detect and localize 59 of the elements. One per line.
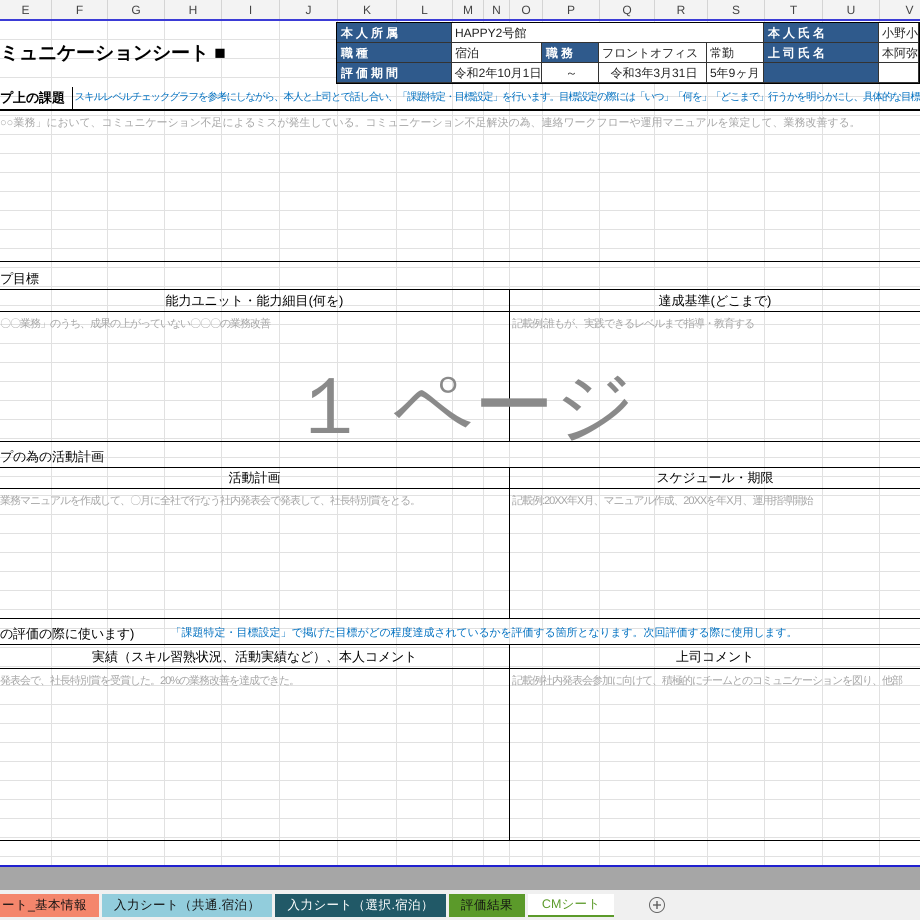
entry-text: 〇〇業務」のうち、成果の上がっていない〇〇〇の業務改善 <box>0 316 272 332</box>
section-title: プ上の課題 <box>0 87 72 109</box>
section-title: の評価の際に使います) <box>0 624 134 643</box>
column-heading: 上司コメント <box>676 648 754 666</box>
column-header[interactable]: S <box>732 0 740 18</box>
label-cell: 上司氏名 <box>764 43 879 63</box>
column-heading: 実績（スキル習熟状況、活動実績など）、本人コメント <box>92 648 417 666</box>
column-header[interactable]: G <box>131 0 141 18</box>
sheet-title: ミュニケーションシート ■ <box>0 42 226 66</box>
entry-text: 記載例:誰もが、実践できるレベルまで指導・教育する <box>512 316 756 332</box>
entry-text: 業務マニュアルを作成して、〇月に全社で行なう社内発表会で発表して、社長特別賞をとる。 <box>0 494 421 509</box>
column-header[interactable]: M <box>463 0 473 18</box>
column-header[interactable]: U <box>846 0 856 18</box>
sheet-tab[interactable]: ート_基本情報 <box>0 894 99 917</box>
value-cell: 令和2年10月1日 <box>452 63 542 83</box>
column-header[interactable]: V <box>905 0 914 18</box>
label-cell: 職種 <box>337 43 452 63</box>
entry-text: ○○業務」において、コミュニケーション不足によるミスが発生している。コミュニケーション不足解決の為、連絡ワークフローや運用マニュアルを策定して、業務改善する。 <box>0 116 862 131</box>
column-heading: 能力ユニット・能力細目(何を) <box>166 292 344 310</box>
value-cell: フロントオフィス <box>599 43 707 63</box>
label-cell: 評価期間 <box>337 63 452 83</box>
column-heading: 活動計画 <box>228 469 280 488</box>
column-header[interactable]: L <box>421 0 428 18</box>
value-cell: 本阿弥 <box>879 43 919 63</box>
label-cell: 本人氏名 <box>764 23 879 43</box>
section-title: プ目標 <box>0 270 39 288</box>
sheet-tab[interactable]: 入力シート（共通.宿泊） <box>102 894 272 917</box>
column-header[interactable]: Q <box>622 0 632 18</box>
value-cell: 令和3年3月31日 <box>599 63 707 83</box>
instruction-text: 「課題特定・目標設定」で掲げた目標がどの程度達成されているかを評価する箇所となります。次回評価する際に使用します。 <box>169 626 798 640</box>
entry-text: 発表会で、社長特別賞を受賞した。20%の業務改善を達成できた。 <box>0 674 300 689</box>
add-sheet-icon[interactable] <box>649 897 666 913</box>
entry-text: 記載例:20XX年X月、マニュアル作成、20XXを年X月、運用指導開始 <box>512 494 814 509</box>
section-title: プの為の活動計画 <box>0 448 104 466</box>
column-header[interactable]: I <box>248 0 252 18</box>
column-header[interactable]: T <box>790 0 798 18</box>
column-header[interactable]: N <box>492 0 501 18</box>
value-cell: 5年9ヶ月 <box>707 63 764 83</box>
column-header[interactable]: O <box>521 0 531 18</box>
column-heading: スケジュール・期限 <box>656 469 774 488</box>
column-header[interactable]: J <box>306 0 312 18</box>
entry-text: 記載例社内発表会参加に向けて、積極的にチームとのコミュニケーションを図り、他部 <box>512 674 904 689</box>
value-cell: 常勤 <box>707 43 764 63</box>
value-cell: 小野小 <box>879 23 919 43</box>
column-header[interactable]: R <box>676 0 686 18</box>
column-header[interactable]: K <box>362 0 371 18</box>
label-cell: 職務 <box>542 43 599 63</box>
sheet-tab[interactable]: 入力シート（選択.宿泊） <box>275 894 446 917</box>
column-header[interactable]: P <box>566 0 575 18</box>
column-header[interactable]: E <box>21 0 30 18</box>
label-cell: 本人所属 <box>337 23 452 43</box>
instruction-text: スキルレベルチェックグラフを参考にしながら、本人と上司とで話し合い、「課題特定・目標設定」を行います。目標設定の際には「いつ」「何を」「どこまで」行うかを明らかにし、具体的な目標 <box>74 90 920 106</box>
column-header[interactable]: F <box>76 0 84 18</box>
value-cell: HAPPY2号館 <box>452 23 764 43</box>
sheet-tab[interactable]: 評価結果 <box>448 894 525 917</box>
value-cell: 宿泊 <box>452 43 542 63</box>
column-heading: 達成基準(どこまで) <box>658 292 772 310</box>
value-cell: ～ <box>542 63 599 83</box>
column-header[interactable]: H <box>188 0 198 18</box>
